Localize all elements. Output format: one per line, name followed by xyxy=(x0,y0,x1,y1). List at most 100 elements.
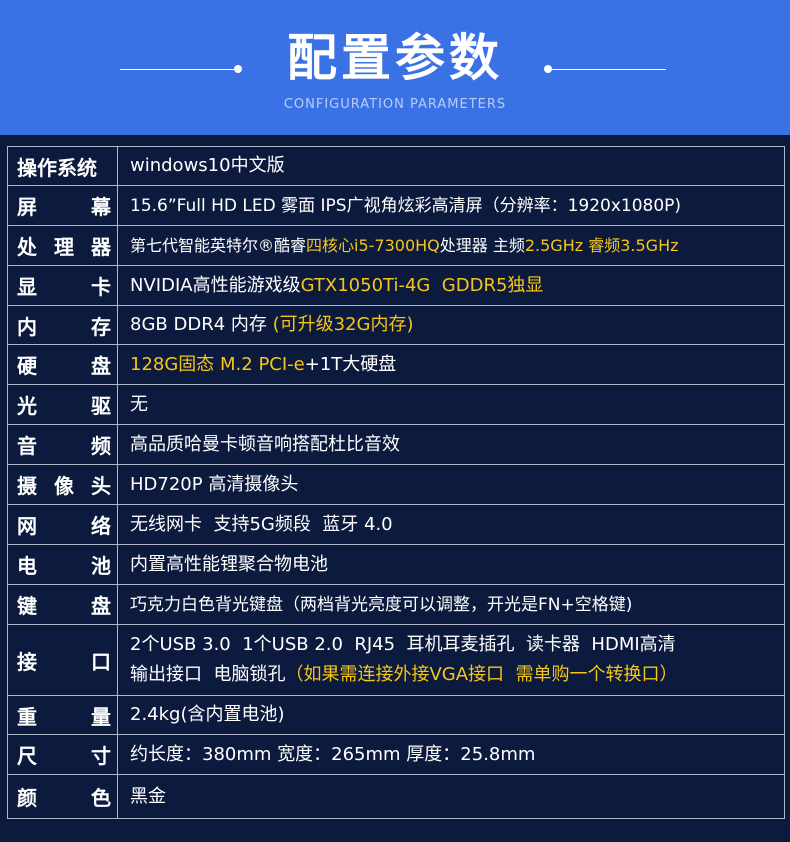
spec-value-highlight: 四核心i5-7300HQ xyxy=(306,235,440,255)
label-char: 理 xyxy=(54,235,74,259)
label-char: 统 xyxy=(77,155,97,180)
label-char: 尺 xyxy=(17,744,37,768)
label-char: 内 xyxy=(17,314,37,339)
spec-row-audio: 音频 高品质哈曼卡顿音响搭配杜比音效 xyxy=(8,425,785,465)
spec-value-text: 处理器 主频 xyxy=(439,235,525,255)
spec-label: 接口 xyxy=(8,625,118,695)
spec-row-cpu: 处理器 第七代智能英特尔®酷睿四核心i5-7300HQ处理器 主频2.5GHz … xyxy=(8,226,785,266)
spec-value-text: 内置高性能锂聚合物电池 xyxy=(130,553,328,575)
label-char: 键 xyxy=(17,594,37,618)
spec-value-text: 黑金 xyxy=(130,785,166,807)
label-char: 操 xyxy=(17,155,37,180)
spec-value: 内置高性能锂聚合物电池 xyxy=(118,545,785,584)
spec-value: 无线网卡 支持5G频段 蓝牙 4.0 xyxy=(118,505,785,544)
spec-value: windows10中文版 xyxy=(118,147,785,185)
label-char: 像 xyxy=(54,474,74,498)
spec-value-text: 8GB DDR4 内存 xyxy=(130,314,273,335)
label-char: 作 xyxy=(37,155,57,180)
spec-row-storage: 硬盘 128G固态 M.2 PCI-e+1T大硬盘 xyxy=(8,345,785,385)
spec-row-color: 颜色 黑金 xyxy=(8,775,785,819)
label-char: 显 xyxy=(17,275,37,299)
label-char: 幕 xyxy=(91,195,111,219)
spec-value-highlight: GTX1050Ti-4G GDDR5独显 xyxy=(300,274,544,296)
spec-value: 2.4kg(含内置电池) xyxy=(118,696,785,734)
spec-value-text: 2.4kg(含内置电池) xyxy=(130,704,285,725)
spec-value: 8GB DDR4 内存 (可升级32G内存) xyxy=(118,306,785,344)
spec-value-highlight: （如果需连接外接VGA接口 需单购一个转换口） xyxy=(285,664,678,685)
spec-value: 约长度：380mm 宽度：265mm 厚度：25.8mm xyxy=(118,735,785,774)
header-banner: 配置参数 CONFIGURATION PARAMETERS xyxy=(0,0,790,135)
spec-row-battery: 电池 内置高性能锂聚合物电池 xyxy=(8,545,785,585)
spec-value: 128G固态 M.2 PCI-e+1T大硬盘 xyxy=(118,345,785,384)
spec-value: 高品质哈曼卡顿音响搭配杜比音效 xyxy=(118,425,785,464)
spec-value: 巧克力白色背光键盘（两档背光亮度可以调整，开光是FN+空格键) xyxy=(118,585,785,624)
spec-row-optical: 光驱 无 xyxy=(8,385,785,425)
spec-label: 重量 xyxy=(8,696,118,734)
label-char: 网 xyxy=(17,514,37,538)
label-char: 口 xyxy=(91,649,111,674)
spec-value-text: 约长度：380mm 宽度：265mm 厚度：25.8mm xyxy=(130,743,536,765)
spec-row-size: 尺寸 约长度：380mm 宽度：265mm 厚度：25.8mm xyxy=(8,735,785,775)
spec-value-text: 高品质哈曼卡顿音响搭配杜比音效 xyxy=(130,433,400,455)
spec-table: 操作系统 windows10中文版 屏幕 15.6”Full HD LED 雾面… xyxy=(7,146,785,819)
label-char: 颜 xyxy=(17,786,37,810)
spec-row-memory: 内 存 8GB DDR4 内存 (可升级32G内存) xyxy=(8,306,785,345)
label-char: 卡 xyxy=(91,275,111,299)
label-char: 存 xyxy=(91,314,111,339)
spec-value: 15.6”Full HD LED 雾面 IPS广视角炫彩高清屏（分辨率：1920… xyxy=(118,186,785,225)
spec-label: 尺寸 xyxy=(8,735,118,774)
label-char: 处 xyxy=(17,235,37,259)
spec-value-text: +1T大硬盘 xyxy=(304,353,397,375)
spec-row-camera: 摄像头 HD720P 高清摄像头 xyxy=(8,465,785,505)
spec-label: 屏幕 xyxy=(8,186,118,225)
decorative-line-right xyxy=(548,69,666,70)
label-char: 器 xyxy=(91,235,111,259)
spec-value-highlight: 128G固态 M.2 PCI-e xyxy=(130,353,305,375)
label-char: 重 xyxy=(17,704,37,729)
spec-label: 处理器 xyxy=(8,226,118,265)
spec-label: 键盘 xyxy=(8,585,118,624)
spec-value-text: 2个USB 3.0 1个USB 2.0 RJ45 耳机耳麦插孔 读卡器 HDMI… xyxy=(130,634,676,655)
spec-row-keyboard: 键盘 巧克力白色背光键盘（两档背光亮度可以调整，开光是FN+空格键) xyxy=(8,585,785,625)
spec-label: 操作系统 xyxy=(8,147,118,185)
spec-label: 光驱 xyxy=(8,385,118,424)
label-char: 系 xyxy=(57,155,77,180)
label-char: 硬 xyxy=(17,354,37,378)
spec-label: 电池 xyxy=(8,545,118,584)
label-char: 色 xyxy=(91,786,111,810)
label-char: 寸 xyxy=(91,744,111,768)
spec-value: 第七代智能英特尔®酷睿四核心i5-7300HQ处理器 主频2.5GHz 睿频3.… xyxy=(118,226,785,265)
label-char: 驱 xyxy=(91,394,111,418)
spec-value: 2个USB 3.0 1个USB 2.0 RJ45 耳机耳麦插孔 读卡器 HDMI… xyxy=(118,625,785,695)
label-char: 摄 xyxy=(17,474,37,498)
spec-value-text: 15.6”Full HD LED 雾面 IPS广视角炫彩高清屏（分辨率：1920… xyxy=(130,195,682,216)
spec-value-highlight: (可升级32G内存) xyxy=(272,314,414,335)
label-char: 电 xyxy=(17,554,37,578)
spec-value-text: 无 xyxy=(130,393,148,415)
label-char: 屏 xyxy=(17,195,37,219)
spec-row-weight: 重量 2.4kg(含内置电池) xyxy=(8,696,785,735)
spec-row-network: 网 络 无线网卡 支持5G频段 蓝牙 4.0 xyxy=(8,505,785,545)
label-char: 频 xyxy=(91,434,111,458)
spec-value: HD720P 高清摄像头 xyxy=(118,465,785,504)
spec-value-text: HD720P 高清摄像头 xyxy=(130,473,299,495)
spec-value-highlight: 2.5GHz 睿频3.5GHz xyxy=(524,235,679,255)
spec-value-text: NVIDIA高性能游戏级 xyxy=(130,274,301,296)
label-char: 盘 xyxy=(91,594,111,618)
label-char: 光 xyxy=(17,394,37,418)
spec-row-gpu: 显卡 NVIDIA高性能游戏级GTX1050Ti-4G GDDR5独显 xyxy=(8,266,785,306)
spec-value-text: 输出接口 电脑锁孔 xyxy=(130,664,286,685)
spec-label: 颜色 xyxy=(8,775,118,818)
spec-value: NVIDIA高性能游戏级GTX1050Ti-4G GDDR5独显 xyxy=(118,266,785,305)
label-char: 池 xyxy=(91,554,111,578)
spec-value-text: 巧克力白色背光键盘（两档背光亮度可以调整，开光是FN+空格键) xyxy=(130,594,633,615)
label-char: 量 xyxy=(91,704,111,729)
spec-value-text: windows10中文版 xyxy=(130,155,285,176)
spec-label: 显卡 xyxy=(8,266,118,305)
label-char: 络 xyxy=(91,514,111,538)
spec-row-os: 操作系统 windows10中文版 xyxy=(8,147,785,186)
spec-row-ports: 接口 2个USB 3.0 1个USB 2.0 RJ45 耳机耳麦插孔 读卡器 H… xyxy=(8,625,785,696)
spec-value: 黑金 xyxy=(118,775,785,818)
spec-label: 音频 xyxy=(8,425,118,464)
spec-label: 摄像头 xyxy=(8,465,118,504)
